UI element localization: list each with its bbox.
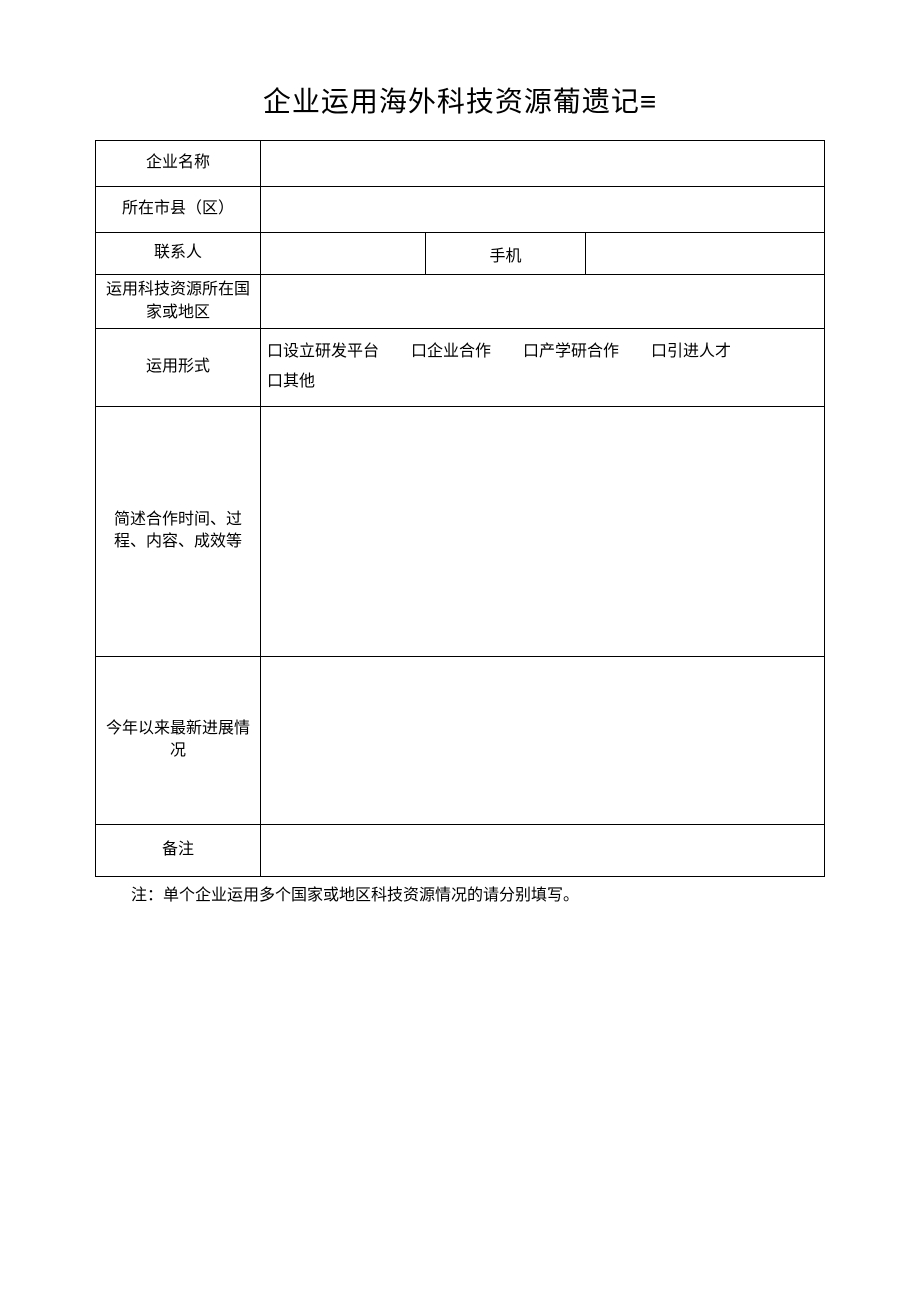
footnote: 注：单个企业运用多个国家或地区科技资源情况的请分别填写。 xyxy=(95,883,825,909)
checkbox-rd-platform[interactable]: 口设立研发平台 xyxy=(267,337,379,367)
input-summary[interactable] xyxy=(261,406,825,656)
input-contact[interactable] xyxy=(261,233,426,275)
label-city-county: 所在市县（区） xyxy=(96,187,261,233)
form-table: 企业名称 所在市县（区） 联系人 手机 运用科技资源所在国家或地区 运用形式 口… xyxy=(95,140,825,877)
label-phone: 手机 xyxy=(426,233,586,275)
table-row: 联系人 手机 xyxy=(96,233,825,275)
table-row: 运用科技资源所在国家或地区 xyxy=(96,275,825,329)
label-remark: 备注 xyxy=(96,824,261,876)
table-row: 简述合作时间、过程、内容、成效等 xyxy=(96,406,825,656)
input-phone[interactable] xyxy=(586,233,825,275)
input-company-name[interactable] xyxy=(261,141,825,187)
label-resource-country: 运用科技资源所在国家或地区 xyxy=(96,275,261,329)
label-contact: 联系人 xyxy=(96,233,261,275)
checkbox-other[interactable]: 口其他 xyxy=(267,367,315,397)
input-remark[interactable] xyxy=(261,824,825,876)
table-row: 今年以来最新进展情况 xyxy=(96,656,825,824)
input-city-county[interactable] xyxy=(261,187,825,233)
input-resource-country[interactable] xyxy=(261,275,825,329)
checkbox-talent[interactable]: 口引进人才 xyxy=(651,337,731,367)
table-row: 所在市县（区） xyxy=(96,187,825,233)
checkbox-industry-academia[interactable]: 口产学研合作 xyxy=(523,337,619,367)
label-company-name: 企业名称 xyxy=(96,141,261,187)
page-title: 企业运用海外科技资源葡遗记≡ xyxy=(95,80,825,120)
form-options-cell: 口设立研发平台 口企业合作 口产学研合作 口引进人才 口其他 xyxy=(261,329,825,407)
input-progress[interactable] xyxy=(261,656,825,824)
label-progress: 今年以来最新进展情况 xyxy=(96,656,261,824)
checkbox-enterprise-coop[interactable]: 口企业合作 xyxy=(411,337,491,367)
label-summary: 简述合作时间、过程、内容、成效等 xyxy=(96,406,261,656)
table-row: 运用形式 口设立研发平台 口企业合作 口产学研合作 口引进人才 口其他 xyxy=(96,329,825,407)
table-row: 企业名称 xyxy=(96,141,825,187)
label-form: 运用形式 xyxy=(96,329,261,407)
table-row: 备注 xyxy=(96,824,825,876)
